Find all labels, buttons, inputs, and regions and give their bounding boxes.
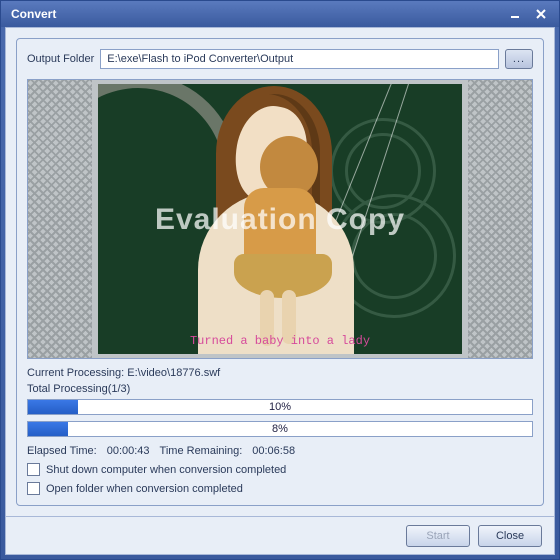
output-folder-label: Output Folder — [27, 53, 94, 65]
shutdown-label: Shut down computer when conversion compl… — [46, 464, 286, 476]
convert-dialog: Convert Output Folder ... — [0, 0, 560, 560]
total-progress-text: 8% — [28, 422, 532, 436]
watermark-text: Evaluation Copy — [98, 203, 462, 237]
output-folder-input[interactable] — [100, 49, 499, 69]
current-processing-file: E:\video\18776.swf — [127, 367, 220, 379]
main-panel: Output Folder ... — [16, 38, 544, 506]
hatch-left — [28, 80, 92, 358]
shutdown-checkbox[interactable] — [27, 463, 40, 476]
hatch-right — [468, 80, 532, 358]
preview-caption: Turned a baby into a lady — [98, 334, 462, 348]
current-progress-bar: 10% — [27, 399, 533, 415]
openfolder-label: Open folder when conversion completed — [46, 483, 243, 495]
current-processing-row: Current Processing: E:\video\18776.swf — [27, 367, 533, 379]
openfolder-row: Open folder when conversion completed — [27, 482, 533, 495]
time-row: Elapsed Time: 00:00:43 Time Remaining: 0… — [27, 445, 533, 457]
openfolder-checkbox[interactable] — [27, 482, 40, 495]
close-dialog-button[interactable]: Close — [478, 525, 542, 547]
elapsed-value: 00:00:43 — [107, 445, 150, 457]
minimize-button[interactable] — [503, 5, 527, 23]
browse-button[interactable]: ... — [505, 49, 533, 69]
progress-section: Current Processing: E:\video\18776.swf T… — [27, 367, 533, 495]
elapsed-label: Elapsed Time: — [27, 445, 97, 457]
video-preview: Evaluation Copy Turned a baby into a lad… — [27, 79, 533, 359]
remaining-value: 00:06:58 — [252, 445, 295, 457]
client-area: Output Folder ... — [5, 27, 555, 555]
close-button[interactable] — [529, 5, 553, 23]
current-progress-text: 10% — [28, 400, 532, 414]
shutdown-row: Shut down computer when conversion compl… — [27, 463, 533, 476]
window-controls — [503, 5, 553, 23]
current-processing-label: Current Processing: — [27, 367, 124, 379]
total-processing-label: Total Processing(1/3) — [27, 383, 533, 395]
window-title: Convert — [11, 7, 56, 21]
total-progress-bar: 8% — [27, 421, 533, 437]
preview-art: Evaluation Copy Turned a baby into a lad… — [98, 84, 462, 354]
remaining-label: Time Remaining: — [160, 445, 243, 457]
start-button[interactable]: Start — [406, 525, 470, 547]
dialog-footer: Start Close — [6, 516, 554, 554]
output-folder-row: Output Folder ... — [27, 49, 533, 69]
titlebar[interactable]: Convert — [1, 1, 559, 27]
